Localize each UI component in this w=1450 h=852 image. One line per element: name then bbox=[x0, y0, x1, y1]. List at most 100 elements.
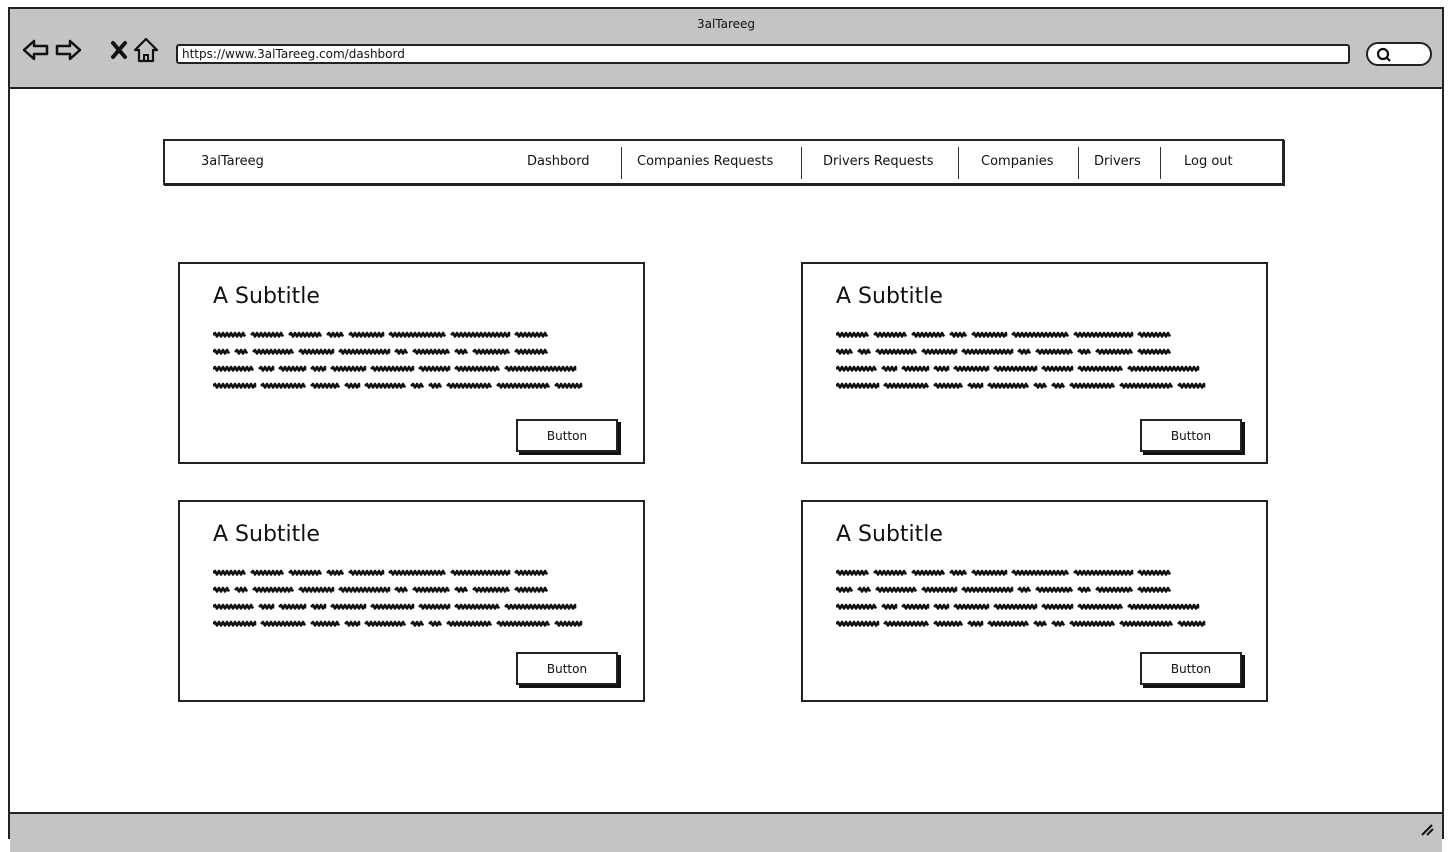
scribble-word bbox=[412, 586, 451, 593]
scribble-word bbox=[472, 586, 511, 593]
arrow-right-icon bbox=[55, 39, 82, 61]
card-button[interactable]: Button bbox=[1140, 419, 1242, 452]
scribble-word bbox=[836, 603, 878, 610]
card-button[interactable]: Button bbox=[1140, 652, 1242, 685]
scribble-word bbox=[514, 331, 549, 338]
scribble-word bbox=[836, 586, 854, 593]
nav-item-drivers[interactable]: Drivers bbox=[1094, 154, 1141, 169]
scribble-word bbox=[388, 569, 447, 576]
scribble-word bbox=[554, 620, 583, 627]
scribble-word bbox=[348, 569, 385, 576]
stop-button[interactable] bbox=[105, 36, 133, 64]
scribble-word bbox=[921, 586, 958, 593]
scribble-word bbox=[326, 569, 345, 576]
scribble-word bbox=[344, 620, 361, 627]
scribble-word bbox=[496, 382, 551, 389]
scribble-word bbox=[1069, 620, 1116, 627]
scribble-word bbox=[836, 620, 880, 627]
scribble-word bbox=[1177, 382, 1206, 389]
nav-item-log-out[interactable]: Log out bbox=[1184, 154, 1233, 169]
scribble-word bbox=[213, 603, 255, 610]
card-body-text bbox=[213, 568, 615, 632]
scribble-word bbox=[370, 365, 415, 372]
scribble-word bbox=[258, 603, 275, 610]
scribble-word bbox=[911, 569, 946, 576]
scribble-word bbox=[514, 348, 549, 355]
scribble-word bbox=[933, 603, 950, 610]
scribble-word bbox=[911, 331, 946, 338]
scribble-word bbox=[1017, 586, 1032, 593]
scribble-word bbox=[213, 348, 231, 355]
search-button[interactable] bbox=[1366, 42, 1432, 66]
scribble-word bbox=[310, 603, 327, 610]
placeholder-text-scribble bbox=[836, 331, 1206, 389]
scribble-word bbox=[953, 365, 990, 372]
scribble-word bbox=[1137, 348, 1172, 355]
scribble-word bbox=[1051, 382, 1066, 389]
scribble-word bbox=[971, 331, 1008, 338]
scribble-word bbox=[446, 382, 493, 389]
scribble-word bbox=[310, 382, 341, 389]
scribble-word bbox=[454, 365, 501, 372]
scribble-word bbox=[330, 365, 367, 372]
scribble-word bbox=[1011, 331, 1070, 338]
scribble-word bbox=[234, 586, 249, 593]
scribble-word bbox=[961, 348, 1014, 355]
scribble-word bbox=[1077, 348, 1092, 355]
scribble-word bbox=[1177, 620, 1206, 627]
scribble-word bbox=[344, 382, 361, 389]
nav-item-companies-requests[interactable]: Companies Requests bbox=[637, 154, 773, 169]
card: A Subtitle Button bbox=[178, 262, 645, 464]
scribble-word bbox=[410, 620, 425, 627]
scribble-word bbox=[454, 586, 469, 593]
scribble-word bbox=[364, 620, 407, 627]
placeholder-text-scribble bbox=[213, 331, 583, 389]
scribble-word bbox=[949, 569, 968, 576]
scribble-word bbox=[213, 331, 247, 338]
scribble-word bbox=[496, 620, 551, 627]
scribble-word bbox=[1035, 586, 1074, 593]
nav-separator bbox=[1160, 147, 1162, 179]
scribble-word bbox=[310, 620, 341, 627]
scribble-word bbox=[836, 348, 854, 355]
card-body-text bbox=[836, 330, 1238, 394]
window-title: 3alTareeg bbox=[696, 17, 756, 31]
card-button[interactable]: Button bbox=[516, 419, 618, 452]
nav-item-drivers-requests[interactable]: Drivers Requests bbox=[823, 154, 934, 169]
home-button[interactable] bbox=[132, 36, 160, 64]
scribble-word bbox=[836, 382, 880, 389]
scribble-word bbox=[873, 569, 908, 576]
scribble-word bbox=[1051, 620, 1066, 627]
scribble-word bbox=[450, 569, 511, 576]
brand-label[interactable]: 3alTareeg bbox=[201, 154, 264, 169]
scribble-word bbox=[901, 365, 930, 372]
placeholder-text-scribble bbox=[836, 569, 1206, 627]
scribble-word bbox=[338, 348, 391, 355]
scribble-word bbox=[1041, 603, 1074, 610]
scribble-word bbox=[1077, 365, 1124, 372]
nav-item-companies[interactable]: Companies bbox=[981, 154, 1054, 169]
scribble-word bbox=[213, 620, 257, 627]
card-button[interactable]: Button bbox=[516, 652, 618, 685]
scribble-word bbox=[933, 382, 964, 389]
address-bar[interactable]: https://www.3alTareeg.com/dashbord bbox=[176, 44, 1350, 64]
scribble-word bbox=[348, 331, 385, 338]
scribble-word bbox=[370, 603, 415, 610]
scribble-word bbox=[1041, 365, 1074, 372]
scribble-word bbox=[298, 586, 335, 593]
back-button[interactable] bbox=[22, 36, 50, 64]
scribble-word bbox=[836, 569, 870, 576]
scribble-word bbox=[883, 620, 930, 627]
scribble-word bbox=[410, 382, 425, 389]
scribble-word bbox=[428, 382, 443, 389]
resize-grip-icon[interactable] bbox=[1418, 822, 1434, 836]
scribble-word bbox=[1069, 382, 1116, 389]
scribble-word bbox=[881, 365, 898, 372]
card-title: A Subtitle bbox=[836, 522, 943, 547]
scribble-word bbox=[1119, 620, 1174, 627]
scribble-word bbox=[921, 348, 958, 355]
nav-item-dashbord[interactable]: Dashbord bbox=[527, 154, 590, 169]
forward-button[interactable] bbox=[54, 36, 82, 64]
scribble-word bbox=[338, 586, 391, 593]
scribble-word bbox=[1035, 348, 1074, 355]
